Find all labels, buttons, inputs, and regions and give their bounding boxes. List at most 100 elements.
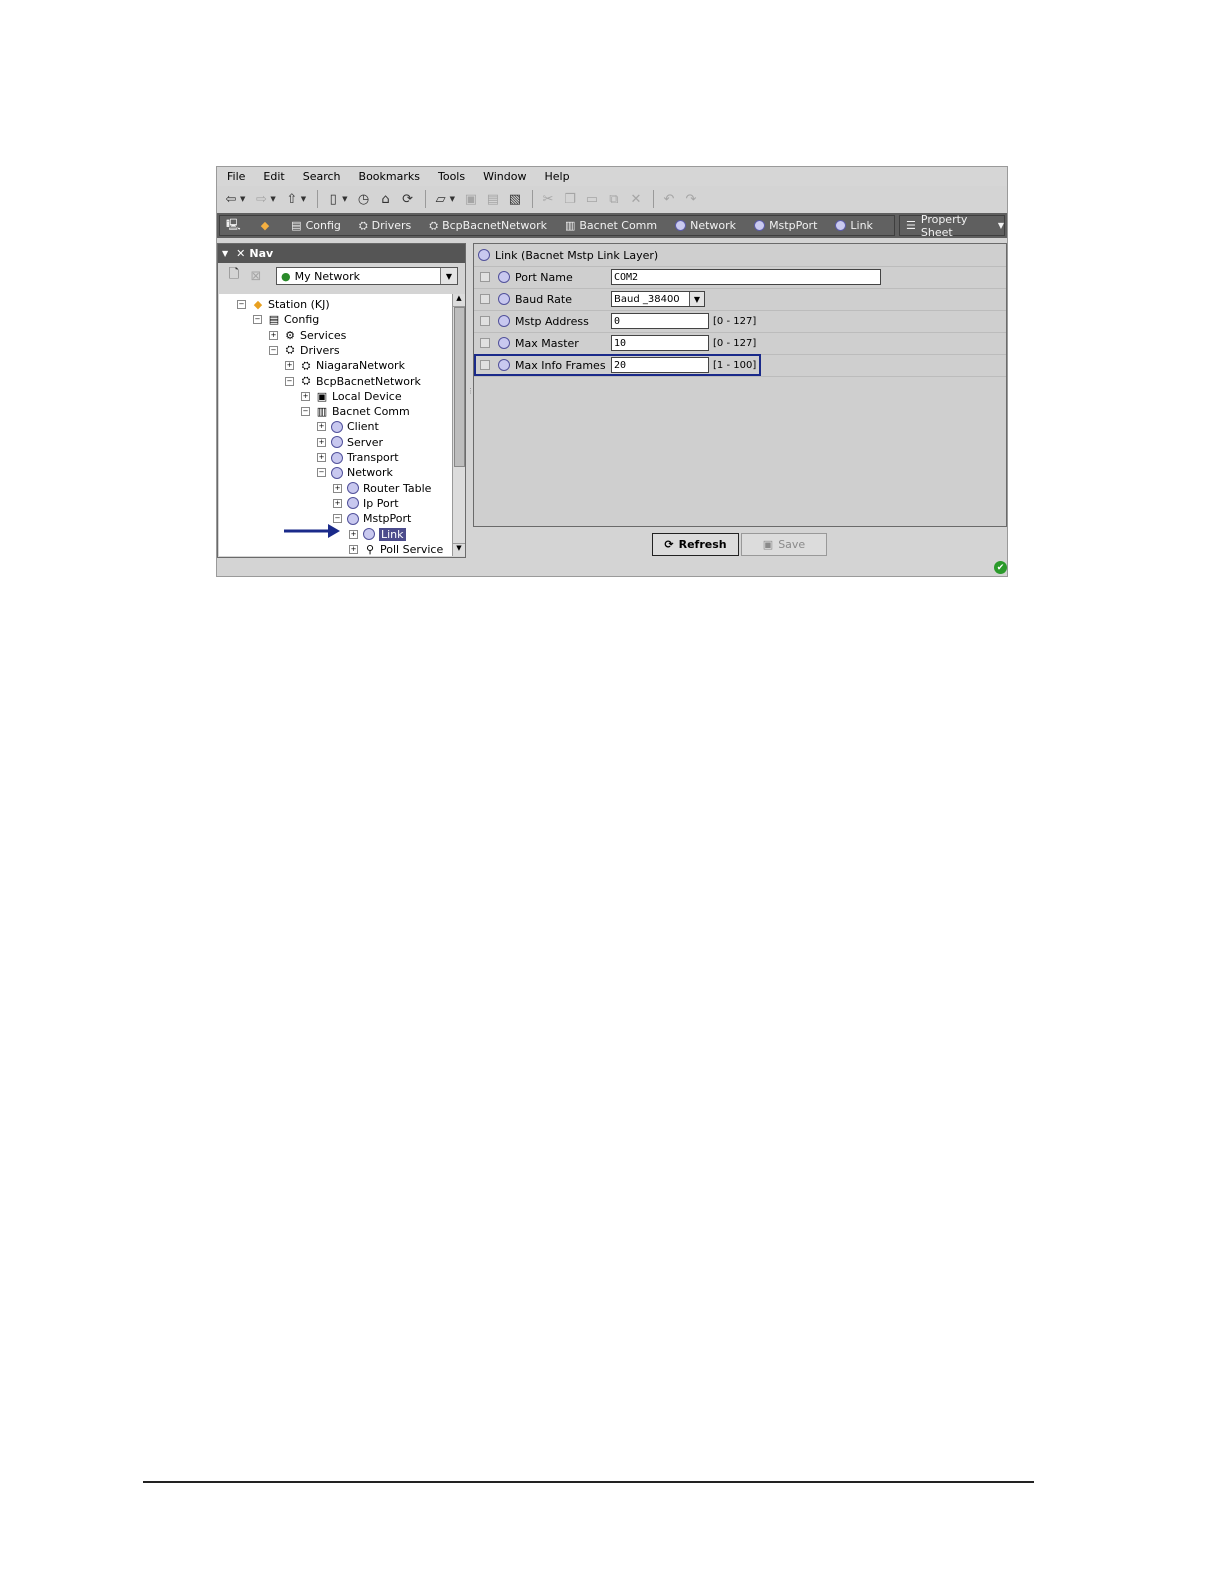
my-host-icon[interactable]: 🖳	[226, 216, 241, 235]
duplicate-icon[interactable]: ⧉	[604, 190, 624, 208]
expand-icon[interactable]: +	[301, 391, 310, 401]
component-icon	[331, 436, 343, 449]
tree-item[interactable]: − ◆ Station (KJ)	[237, 297, 330, 312]
open-dropdown-icon[interactable]: ▼	[450, 195, 455, 203]
close-tree-icon[interactable]: ⊠	[246, 267, 266, 285]
component-icon	[331, 466, 343, 479]
breadcrumb-bcpbacnetnetwork[interactable]: ⛭ BcpBacnetNetwork	[429, 219, 547, 233]
max-master-field[interactable]: 10	[611, 335, 709, 351]
undo-icon[interactable]: ↶	[659, 190, 679, 208]
expand-icon[interactable]: +	[317, 422, 326, 432]
tree-item[interactable]: + ▣ Local Device	[301, 389, 402, 404]
menu-bookmarks[interactable]: Bookmarks	[349, 170, 428, 183]
save-all-icon[interactable]: ▤	[483, 190, 503, 208]
splitter-handle[interactable]: ⋮	[467, 387, 474, 407]
save-button[interactable]: ▣ Save	[741, 533, 827, 556]
menu-file[interactable]: File	[217, 170, 253, 183]
breadcrumb-drivers[interactable]: ⛭ Drivers	[359, 219, 411, 233]
tree-item[interactable]: + Client	[317, 419, 379, 434]
tree-item[interactable]: + Link	[349, 527, 406, 542]
open-icon[interactable]: ▱	[431, 190, 451, 208]
tree-item[interactable]: − ⛭ BcpBacnetNetwork	[285, 374, 421, 389]
menu-tools[interactable]: Tools	[428, 170, 473, 183]
menu-search[interactable]: Search	[293, 170, 349, 183]
tree-item-label: Link	[379, 527, 406, 541]
side-bar-dropdown-icon[interactable]: ▼	[342, 195, 347, 203]
tree-item[interactable]: + Server	[317, 435, 383, 450]
tree-item-label: Client	[347, 420, 379, 434]
save-icon[interactable]: ▣	[461, 190, 481, 208]
scroll-down-icon[interactable]: ▼	[453, 543, 465, 556]
port-name-field[interactable]: COM2	[611, 269, 881, 285]
collapse-icon[interactable]: −	[301, 407, 310, 417]
tree-item[interactable]: + ⚲ Poll Service	[349, 542, 443, 556]
tree-item[interactable]: − MstpPort	[333, 511, 411, 526]
slot-checkbox[interactable]	[480, 338, 490, 348]
tree-item[interactable]: + ⛭ NiagaraNetwork	[285, 358, 405, 373]
breadcrumb-network[interactable]: Network	[675, 219, 736, 232]
view-selector[interactable]: ☰ Property Sheet ▼	[899, 213, 1005, 239]
slot-checkbox[interactable]	[480, 316, 490, 326]
expand-icon[interactable]: +	[317, 437, 326, 447]
menu-edit[interactable]: Edit	[253, 170, 292, 183]
collapse-icon[interactable]: −	[269, 345, 278, 355]
history-icon[interactable]: ◷	[354, 190, 374, 208]
menu-help[interactable]: Help	[534, 170, 577, 183]
tree-item[interactable]: − ▥ Bacnet Comm	[301, 404, 410, 419]
tree-item[interactable]: − ⛭ Drivers	[269, 343, 340, 358]
side-bar-icon[interactable]: ▯	[323, 190, 343, 208]
refresh-button[interactable]: ⟳ Refresh	[652, 533, 739, 556]
delete-icon[interactable]: ✕	[626, 190, 646, 208]
slot-checkbox[interactable]	[480, 294, 490, 304]
redo-icon[interactable]: ↷	[681, 190, 701, 208]
tree-item[interactable]: + Router Table	[333, 481, 431, 496]
expand-icon[interactable]: +	[317, 453, 326, 462]
collapse-icon[interactable]: −	[253, 315, 262, 325]
breadcrumb-link[interactable]: Link	[835, 219, 873, 232]
cut-icon[interactable]: ✂	[538, 190, 558, 208]
expand-icon[interactable]: +	[285, 361, 294, 371]
breadcrumb-mstpport[interactable]: MstpPort	[754, 219, 817, 232]
nav-tree-selector[interactable]: ● My Network ▼	[276, 267, 458, 285]
baud-rate-select[interactable]: Baud _38400 ▼	[611, 291, 705, 307]
breadcrumb-bacnet-comm[interactable]: ▥ Bacnet Comm	[565, 219, 657, 232]
slot-checkbox[interactable]	[480, 272, 490, 282]
save-bog-icon[interactable]: ▧	[505, 190, 525, 208]
tree-item[interactable]: + ⚙ Services	[269, 328, 346, 343]
tree-scrollbar[interactable]: ▲ ▼	[452, 294, 465, 556]
comm-icon: ▥	[564, 219, 576, 232]
chevron-down-icon[interactable]: ▼	[689, 292, 704, 306]
home-icon[interactable]: ⌂	[376, 190, 396, 208]
forward-dropdown-icon[interactable]: ▼	[270, 195, 275, 203]
collapse-icon[interactable]: −	[237, 300, 246, 309]
refresh-icon[interactable]: ⟳	[398, 190, 418, 208]
collapse-icon[interactable]: −	[317, 468, 326, 478]
tree-item[interactable]: + Transport	[317, 450, 399, 465]
collapse-icon[interactable]: ▼	[222, 249, 228, 258]
new-tab-icon[interactable]: 🗋	[224, 267, 244, 285]
collapse-icon[interactable]: −	[285, 376, 294, 386]
forward-icon[interactable]: ⇨	[251, 190, 271, 208]
scroll-thumb[interactable]	[454, 307, 465, 467]
tree-item[interactable]: − ▤ Config	[253, 312, 319, 327]
expand-icon[interactable]: +	[349, 529, 358, 539]
paste-icon[interactable]: ▭	[582, 190, 602, 208]
expand-icon[interactable]: +	[269, 330, 278, 340]
chevron-down-icon[interactable]: ▼	[440, 268, 457, 284]
back-dropdown-icon[interactable]: ▼	[240, 195, 245, 203]
menu-window[interactable]: Window	[473, 170, 534, 183]
scroll-up-icon[interactable]: ▲	[453, 294, 465, 307]
mstp-address-field[interactable]: 0	[611, 313, 709, 329]
tree-item[interactable]: + Ip Port	[333, 496, 399, 511]
expand-icon[interactable]: +	[333, 483, 342, 493]
copy-icon[interactable]: ❐	[560, 190, 580, 208]
up-icon[interactable]: ⇧	[282, 190, 302, 208]
expand-icon[interactable]: +	[333, 498, 342, 508]
config-icon: ▤	[291, 219, 302, 232]
breadcrumb-config[interactable]: ▤ Config	[291, 219, 341, 232]
back-icon[interactable]: ⇦	[221, 190, 241, 208]
up-dropdown-icon[interactable]: ▼	[301, 195, 306, 203]
expand-icon[interactable]: +	[349, 544, 358, 554]
station-icon[interactable]: ◆	[261, 219, 269, 232]
tree-item[interactable]: − Network	[317, 465, 393, 480]
